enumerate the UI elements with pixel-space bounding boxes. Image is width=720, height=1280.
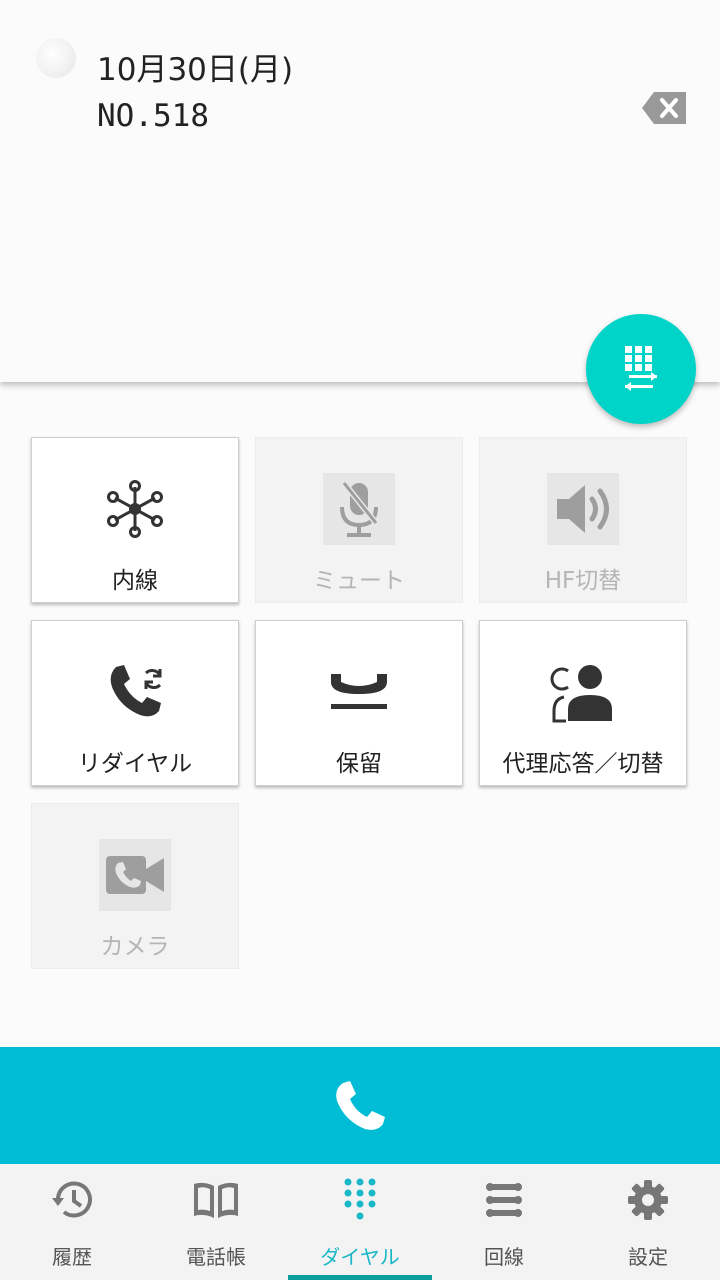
speaker-icon <box>547 473 619 545</box>
hold-icon <box>323 656 395 728</box>
history-icon <box>48 1176 96 1224</box>
extension-network-icon <box>99 473 171 545</box>
hold-button[interactable]: 保留 <box>255 620 463 786</box>
mute-button[interactable]: ミュート <box>255 437 463 603</box>
nav-item-phonebook[interactable]: 電話帳 <box>144 1164 288 1280</box>
status-indicator-icon <box>36 38 76 78</box>
active-tab-indicator <box>288 1275 432 1280</box>
backspace-icon[interactable] <box>640 90 688 126</box>
nav-item-dial[interactable]: ダイヤル <box>288 1164 432 1280</box>
nav-label-lines: 回線 <box>484 1245 524 1269</box>
gear-icon <box>624 1176 672 1224</box>
book-icon <box>192 1176 240 1224</box>
dialpad-switch-icon <box>625 346 657 391</box>
hold-label: 保留 <box>336 751 382 777</box>
camera-label: カメラ <box>100 934 170 960</box>
mic-off-icon <box>323 473 395 545</box>
hf-switch-label: HF切替 <box>544 568 622 594</box>
pickup-label: 代理応答／切替 <box>502 751 664 777</box>
number-label: NO.518 <box>97 98 209 134</box>
nav-label-phonebook: 電話帳 <box>186 1245 246 1269</box>
pickup-icon <box>547 656 619 728</box>
nav-item-lines[interactable]: 回線 <box>432 1164 576 1280</box>
redial-button[interactable]: リダイヤル <box>31 620 239 786</box>
redial-label: リダイヤル <box>77 751 193 777</box>
nav-label-dial: ダイヤル <box>320 1245 400 1269</box>
phone-icon <box>336 1080 385 1130</box>
dialpad-icon <box>336 1176 384 1224</box>
date-label: 10月30日(月) <box>97 52 294 88</box>
nav-label-settings: 設定 <box>628 1245 668 1269</box>
camera-button[interactable]: カメラ <box>31 803 239 969</box>
video-call-icon <box>99 839 171 911</box>
extension-button[interactable]: 内線 <box>31 437 239 603</box>
nav-label-history: 履歴 <box>52 1245 92 1269</box>
nav-item-history[interactable]: 履歴 <box>0 1164 144 1280</box>
dialpad-switch-button[interactable] <box>586 314 696 424</box>
mute-label: ミュート <box>313 568 405 594</box>
nav-item-settings[interactable]: 設定 <box>576 1164 720 1280</box>
lines-icon <box>480 1176 528 1224</box>
hf-switch-button[interactable]: HF切替 <box>479 437 687 603</box>
extension-label: 内線 <box>112 568 158 594</box>
redial-icon <box>99 656 171 728</box>
call-button[interactable] <box>0 1047 720 1164</box>
pickup-button[interactable]: 代理応答／切替 <box>479 620 687 786</box>
bottom-navigation: 履歴 電話帳 ダイヤル 回線 設定 <box>0 1164 720 1280</box>
